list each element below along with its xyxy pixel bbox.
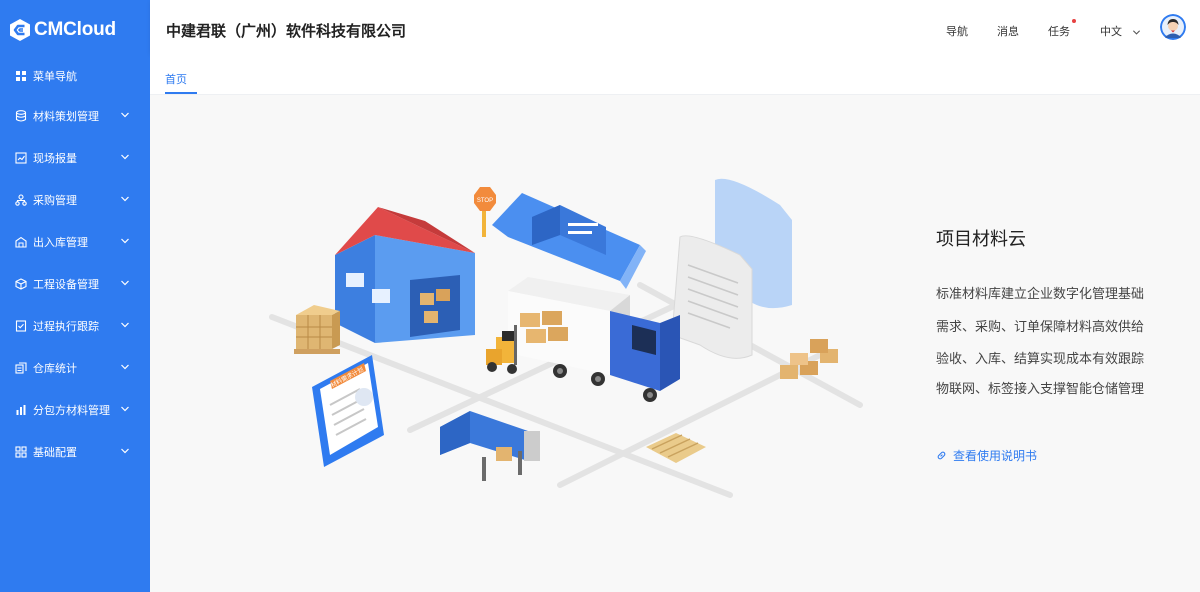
chevron-down-icon [1132, 29, 1140, 35]
warehouse [335, 207, 475, 343]
sidebar-item-equipment[interactable]: 工程设备管理 [0, 266, 150, 302]
logo-mark-icon [10, 19, 30, 41]
logistics-illustration: STOP 材料需求计划 [269, 178, 863, 498]
chevron-down-icon [121, 196, 129, 202]
header-tasks-link[interactable]: 任务 [1048, 23, 1070, 39]
sidebar-item-label: 基础配置 [33, 446, 77, 459]
forklift [486, 325, 517, 374]
chevron-down-icon [121, 322, 129, 328]
tab-home[interactable]: 首页 [165, 71, 187, 87]
sidebar-item-label: 出入库管理 [33, 236, 88, 249]
active-tab-indicator [165, 92, 197, 94]
header-nav-link[interactable]: 导航 [946, 23, 968, 39]
sidebar-item-label: 现场报量 [33, 152, 77, 165]
description-line: 需求、采购、订单保障材料高效供给 [936, 320, 1145, 335]
sidebar-item-procurement[interactable]: 采购管理 [0, 182, 150, 218]
sidebar-item-label: 采购管理 [33, 194, 77, 207]
link-icon [937, 451, 946, 460]
sidebar-item-label: 分包方材料管理 [33, 404, 110, 417]
clipboard: 材料需求计划 [312, 355, 384, 467]
tab-bar: 首页 [150, 54, 1200, 95]
header-messages-link[interactable]: 消息 [997, 23, 1019, 39]
brand-logo[interactable]: CMCloud [0, 0, 150, 60]
sidebar-item-label: 材料策划管理 [33, 110, 99, 123]
sidebar-item-label: 过程执行跟踪 [33, 320, 99, 333]
report-icon [15, 152, 27, 164]
main-content: STOP 材料需求计划 项目材料云 标准材料库建立企业数字化管理基础 需求、采购… [150, 95, 1200, 592]
user-manual-label: 查看使用说明书 [953, 449, 1038, 463]
sidebar-item-label: 工程设备管理 [33, 278, 99, 291]
user-avatar[interactable] [1160, 14, 1186, 40]
stop-sign: STOP [474, 187, 496, 237]
chevron-down-icon [121, 280, 129, 286]
user-manual-link[interactable]: 查看使用说明书 [936, 447, 1037, 464]
sidebar-item-label: 菜单导航 [33, 70, 77, 83]
sidebar-item-label: 仓库统计 [33, 362, 77, 375]
description-line: 验收、入库、结算实现成本有效跟踪 [936, 352, 1145, 367]
sidebar-item-inventory-io[interactable]: 出入库管理 [0, 224, 150, 260]
sidebar-item-material-planning[interactable]: 材料策划管理 [0, 98, 150, 134]
checklist-icon [15, 320, 27, 332]
chevron-down-icon [121, 154, 129, 160]
van-on-ramp [492, 193, 646, 289]
grid-icon [15, 70, 27, 82]
sidebar-item-menu-nav[interactable]: 菜单导航 [0, 58, 150, 94]
description-line: 标准材料库建立企业数字化管理基础 [936, 287, 1145, 302]
sidebar-item-basic-config[interactable]: 基础配置 [0, 434, 150, 470]
language-label: 中文 [1100, 25, 1122, 38]
van-unloading [440, 411, 540, 481]
chevron-down-icon [121, 112, 129, 118]
receipt-document [671, 178, 792, 359]
apps-icon [15, 446, 27, 458]
sidebar-item-subcontractor-materials[interactable]: 分包方材料管理 [0, 392, 150, 428]
sidebar-item-site-report[interactable]: 现场报量 [0, 140, 150, 176]
task-notification-dot [1072, 19, 1076, 23]
sidebar: CMCloud 菜单导航 材料策划管理 现场报量 采购管理 出入库管理 工程设备… [0, 0, 150, 592]
chevron-down-icon [121, 238, 129, 244]
logo-text: CMCloud [34, 19, 116, 40]
chevron-down-icon [121, 448, 129, 454]
boxes-on-pallet [294, 305, 340, 354]
company-name: 中建君联（广州）软件科技有限公司 [166, 22, 407, 40]
stop-sign-text: STOP [477, 198, 493, 204]
chevron-down-icon [121, 406, 129, 412]
cube-icon [15, 278, 27, 290]
bar-chart-icon [15, 404, 27, 416]
sidebar-item-process-tracking[interactable]: 过程执行跟踪 [0, 308, 150, 344]
stats-icon [15, 362, 27, 374]
sidebar-item-warehouse-stats[interactable]: 仓库统计 [0, 350, 150, 386]
warehouse-icon [15, 236, 27, 248]
panel-title: 项目材料云 [936, 229, 1026, 250]
avatar-icon [1160, 14, 1186, 40]
database-icon [15, 110, 27, 122]
org-icon [15, 194, 27, 206]
description-line: 物联网、标签接入支撑智能仓储管理 [936, 382, 1145, 397]
language-selector[interactable]: 中文 [1100, 23, 1141, 39]
top-header: 中建君联（广州）软件科技有限公司 导航 消息 任务 中文 [150, 0, 1200, 54]
chevron-down-icon [121, 364, 129, 370]
